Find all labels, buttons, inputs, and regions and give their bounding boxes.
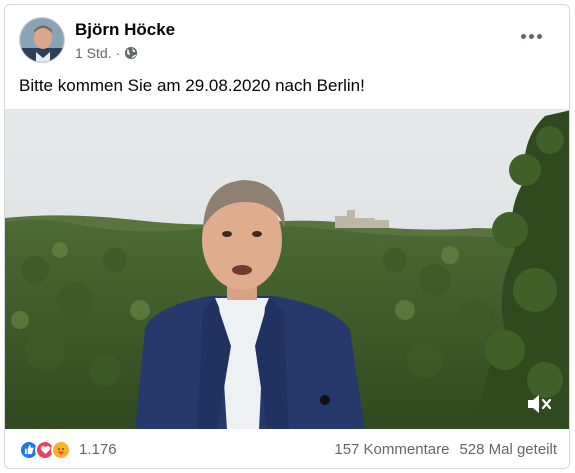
globe-icon[interactable]: [124, 46, 138, 60]
post-timestamp[interactable]: 1 Std.: [75, 45, 112, 61]
post-meta: 1 Std. ·: [75, 45, 138, 61]
meta-separator: ·: [115, 45, 121, 61]
author-name[interactable]: Björn Höcke: [75, 20, 175, 40]
more-dot-icon: [536, 33, 542, 39]
care-icon: [51, 439, 71, 460]
video-frame: [5, 110, 569, 429]
reactions-summary[interactable]: 1.176: [19, 439, 117, 460]
speaker-muted-icon[interactable]: [525, 391, 555, 417]
video-player[interactable]: [5, 109, 569, 429]
post-footer: 1.176 157 Kommentare 528 Mal geteilt: [5, 429, 569, 468]
facebook-post: Björn Höcke 1 Std. · Bitte kommen Sie am…: [4, 4, 570, 469]
more-dot-icon: [520, 33, 526, 39]
reaction-count: 1.176: [79, 441, 117, 458]
profile-photo-icon: [20, 18, 64, 62]
comments-count-link[interactable]: 157 Kommentare: [334, 441, 449, 458]
more-options-button[interactable]: [513, 25, 549, 47]
more-dot-icon: [528, 33, 534, 39]
post-text: Bitte kommen Sie am 29.08.2020 nach Berl…: [19, 76, 365, 95]
shares-count-link[interactable]: 528 Mal geteilt: [459, 441, 557, 458]
avatar[interactable]: [19, 17, 65, 63]
